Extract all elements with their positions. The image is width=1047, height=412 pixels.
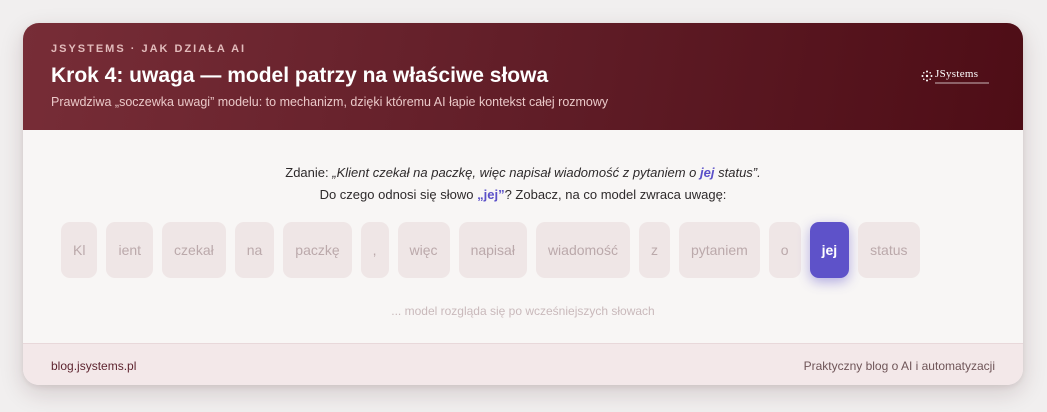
sentence-quote-end: status”. [714, 165, 761, 180]
token-chip[interactable]: Kl [61, 222, 98, 278]
token-chip[interactable]: więc [397, 222, 450, 278]
sentence-prefix: Zdanie: [285, 165, 333, 180]
card: JSYSTEMS · JAK DZIAŁA AI Krok 4: uwaga —… [23, 23, 1023, 385]
sentence-quote-start: „Klient czekał na paczkę, więc napisał w… [332, 165, 701, 180]
sentence-highlight: jej [700, 165, 715, 180]
token-chip[interactable]: status [858, 222, 920, 278]
content-area: Zdanie: „Klient czekał na paczkę, więc n… [23, 130, 1023, 343]
token-chip-active[interactable]: jej [809, 222, 850, 278]
token-chip[interactable]: wiadomość [535, 222, 630, 278]
jsystems-logo[interactable]: JSystems [921, 67, 993, 89]
sentence-line: Zdanie: „Klient czekał na paczkę, więc n… [23, 162, 1023, 184]
header: JSYSTEMS · JAK DZIAŁA AI Krok 4: uwaga —… [23, 23, 1023, 130]
question-prefix: Do czego odnosi się słowo [319, 187, 478, 202]
token-chip[interactable]: z [638, 222, 670, 278]
footer-link[interactable]: blog.jsystems.pl [51, 359, 136, 373]
token-chip[interactable]: ient [106, 222, 154, 278]
token-chip[interactable]: o [768, 222, 801, 278]
logo-mark-icon [921, 70, 933, 82]
subtitle: Prawdziwa „soczewka uwagi” modelu: to me… [51, 95, 609, 109]
question-suffix: ? Zobacz, na co model zwraca uwagę: [504, 187, 727, 202]
token-chip[interactable]: pytaniem [678, 222, 760, 278]
token-row: Kl ient czekał na paczkę, więc napisał wiadomoś… [61, 222, 920, 278]
token-chip[interactable]: , [360, 222, 389, 278]
eyebrow: JSYSTEMS · JAK DZIAŁA AI [51, 43, 247, 55]
token-chip[interactable]: napisał [458, 222, 527, 278]
question-line: Do czego odnosi się słowo „jej”? Zobacz,… [23, 184, 1023, 206]
footer: blog.jsystems.pl Praktyczny blog o AI i … [23, 343, 1023, 385]
page-title: Krok 4: uwaga — model patrzy na właściwe… [51, 64, 549, 87]
attention-hint: ... model rozgląda się po wcześniejszych… [391, 304, 655, 318]
sentence-block: Zdanie: „Klient czekał na paczkę, więc n… [23, 162, 1023, 206]
token-chip[interactable]: paczkę [283, 222, 352, 278]
token-chip[interactable]: na [234, 222, 275, 278]
logo-tagline-bar [935, 82, 989, 84]
question-highlight: „jej” [477, 187, 505, 202]
logo-text: JSystems [935, 68, 979, 80]
token-chip[interactable]: czekał [162, 222, 226, 278]
footer-tagline: Praktyczny blog o AI i automatyzacji [803, 359, 995, 373]
